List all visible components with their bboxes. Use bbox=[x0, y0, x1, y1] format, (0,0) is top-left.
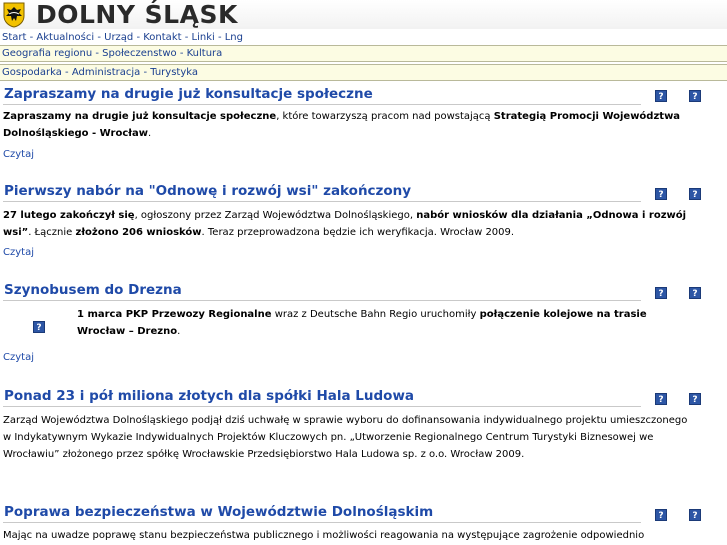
article-summary: 1 marca PKP Przewozy Regionalne wraz z D… bbox=[77, 306, 687, 340]
body-text: . bbox=[177, 326, 181, 337]
read-more-link[interactable]: Czytaj bbox=[3, 247, 34, 258]
article-title[interactable]: Poprawa bezpieczeństwa w Województwie Do… bbox=[4, 504, 433, 520]
bold-text: 27 lutego zakończył się bbox=[3, 210, 135, 221]
image-placeholder-icon: ? bbox=[33, 321, 45, 333]
article-divider bbox=[3, 300, 641, 301]
read-more-link[interactable]: Czytaj bbox=[3, 352, 34, 363]
nav-link-kontakt[interactable]: Kontakt bbox=[143, 32, 181, 43]
bold-text: 1 marca PKP Przewozy Regionalne bbox=[77, 309, 272, 320]
site-title: DOLNY ŚLĄSK bbox=[36, 0, 238, 29]
article-title[interactable]: Ponad 23 i pół miliona złotych dla spółk… bbox=[4, 388, 414, 404]
help-icon[interactable]: ? bbox=[689, 287, 701, 299]
help-icon[interactable]: ? bbox=[689, 90, 701, 102]
help-icon[interactable]: ? bbox=[689, 188, 701, 200]
menu-link-gospodarka[interactable]: Gospodarka bbox=[2, 67, 62, 78]
menu-link-turystyka[interactable]: Turystyka bbox=[150, 67, 198, 78]
article-title[interactable]: Szynobusem do Drezna bbox=[4, 282, 182, 298]
site-header: DOLNY ŚLĄSK bbox=[0, 0, 727, 29]
body-text: Zarząd Województwa Dolnośląskiego podjął… bbox=[3, 415, 688, 460]
article-title[interactable]: Zapraszamy na drugie już konsultacje spo… bbox=[4, 86, 373, 102]
nav-link-urzad[interactable]: Urząd bbox=[104, 32, 133, 43]
bold-text: Zapraszamy na drugie już konsultacje spo… bbox=[3, 111, 277, 122]
menu-link-kultura[interactable]: Kultura bbox=[187, 48, 223, 59]
article-summary: Zarząd Województwa Dolnośląskiego podjął… bbox=[3, 412, 693, 463]
bold-text: złożono 206 wniosków bbox=[75, 227, 202, 238]
category-menu-2: Gospodarka - Administracja - Turystyka bbox=[0, 64, 727, 81]
article-summary: 27 lutego zakończył się, ogłoszony przez… bbox=[3, 207, 693, 241]
category-menu-1: Geografia regionu - Społeczenstwo - Kult… bbox=[0, 45, 727, 62]
body-text: wraz z Deutsche Bahn Regio uruchomiły bbox=[271, 309, 480, 320]
nav-link-lng[interactable]: Lng bbox=[225, 32, 243, 43]
help-icon[interactable]: ? bbox=[655, 90, 667, 102]
article-summary: Zapraszamy na drugie już konsultacje spo… bbox=[3, 108, 693, 142]
nav-link-start[interactable]: Start bbox=[2, 32, 26, 43]
article-summary: Mając na uwadze poprawę stanu bezpieczeń… bbox=[3, 527, 693, 544]
body-text: , ogłoszony przez Zarząd Województwa Dol… bbox=[134, 210, 417, 221]
body-text: . Teraz przeprowadzona będzie ich weryfi… bbox=[201, 227, 515, 238]
help-icon[interactable]: ? bbox=[655, 287, 667, 299]
help-icon[interactable]: ? bbox=[689, 393, 701, 405]
article-divider bbox=[3, 522, 641, 523]
menu-link-spoleczenstwo[interactable]: Społeczenstwo bbox=[102, 48, 176, 59]
body-text: . bbox=[147, 128, 152, 139]
nav-link-aktualnosci[interactable]: Aktualności bbox=[36, 32, 94, 43]
article-title[interactable]: Pierwszy nabór na "Odnowę i rozwój wsi" … bbox=[4, 183, 411, 199]
article-divider bbox=[3, 406, 641, 407]
menu-link-administracja[interactable]: Administracja bbox=[72, 67, 140, 78]
article-divider bbox=[3, 201, 641, 202]
help-icon[interactable]: ? bbox=[655, 393, 667, 405]
help-icon[interactable]: ? bbox=[655, 188, 667, 200]
top-navigation: Start - Aktualności - Urząd - Kontakt - … bbox=[2, 32, 243, 43]
article-divider bbox=[3, 104, 641, 105]
body-text: . Łącznie bbox=[28, 227, 76, 238]
body-text: Mając na uwadze poprawę stanu bezpieczeń… bbox=[3, 530, 645, 541]
read-more-link[interactable]: Czytaj bbox=[3, 149, 34, 160]
nav-link-linki[interactable]: Linki bbox=[192, 32, 215, 43]
menu-link-geografia[interactable]: Geografia regionu bbox=[2, 48, 92, 59]
help-icon[interactable]: ? bbox=[689, 509, 701, 521]
help-icon[interactable]: ? bbox=[655, 509, 667, 521]
body-text: , które towarzyszą pracom nad powstającą bbox=[276, 111, 494, 122]
eagle-crest-icon bbox=[3, 2, 25, 28]
